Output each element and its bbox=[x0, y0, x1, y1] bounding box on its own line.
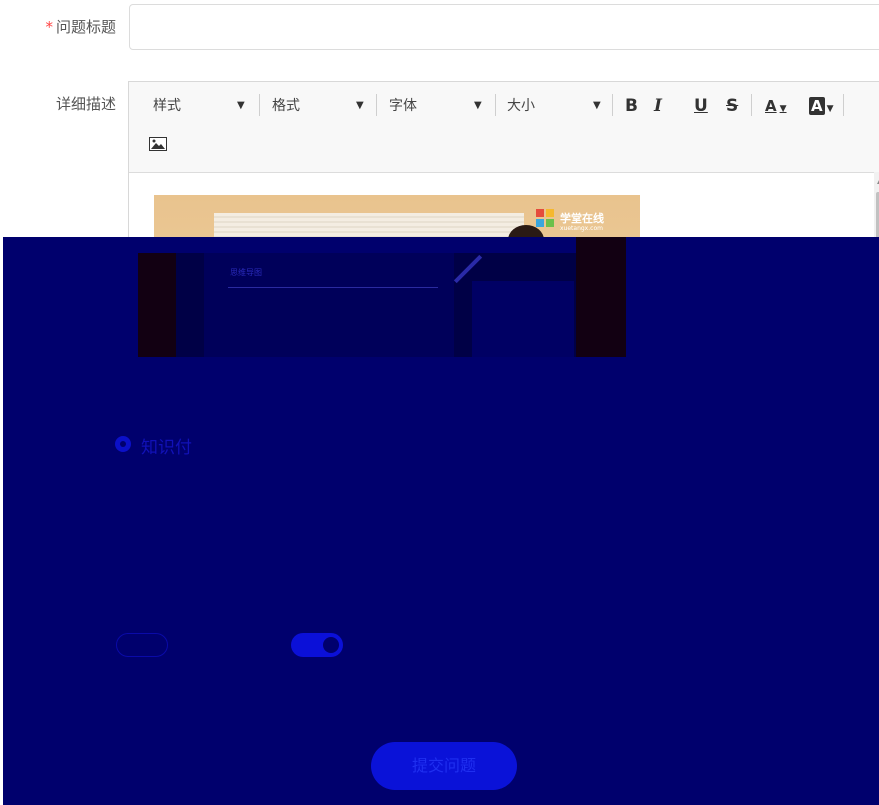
bg-color-label: A bbox=[809, 97, 825, 115]
chevron-down-icon: ▼ bbox=[237, 100, 245, 111]
lecture-slash-mark bbox=[453, 254, 483, 284]
title-field-label: * 问题标题 bbox=[6, 16, 116, 37]
strikethrough-button[interactable]: S bbox=[726, 95, 738, 117]
lecture-screen-title: 思维导图 bbox=[230, 268, 262, 277]
bold-button[interactable]: B bbox=[625, 95, 638, 117]
modal-overlay[interactable]: 思维导图 知识付 提交问题 bbox=[3, 237, 879, 805]
image-icon[interactable] bbox=[149, 137, 167, 151]
image-right-edge bbox=[576, 237, 626, 357]
format-dropdown[interactable]: 格式 ▼ bbox=[272, 96, 372, 116]
text-color-label: A bbox=[765, 97, 777, 115]
presenter-body bbox=[472, 281, 574, 357]
image-top-edge bbox=[138, 237, 626, 253]
toolbar-divider bbox=[376, 94, 377, 116]
brand-name: 学堂在线 bbox=[560, 212, 604, 225]
chevron-down-icon: ▼ bbox=[356, 100, 364, 111]
chevron-down-icon: ▼ bbox=[474, 100, 482, 111]
style-dropdown[interactable]: 样式 ▼ bbox=[153, 96, 253, 116]
toolbar-divider bbox=[612, 94, 613, 116]
toggle-switch-off[interactable] bbox=[116, 633, 168, 657]
title-label-text: 问题标题 bbox=[55, 18, 116, 36]
toolbar-divider bbox=[259, 94, 260, 116]
brand-url: xuetangx.com bbox=[560, 225, 603, 232]
xuetangx-logo bbox=[536, 209, 556, 229]
lecture-screen-line bbox=[228, 287, 438, 288]
toolbar-divider bbox=[495, 94, 496, 116]
question-form-page: * 问题标题 详细描述 样式 ▼ 格式 ▼ 字体 ▼ 大小 ▼ B I U S … bbox=[0, 0, 879, 805]
format-dropdown-label: 格式 bbox=[272, 98, 300, 114]
size-dropdown-label: 大小 bbox=[507, 98, 535, 114]
toggle-switch-on[interactable] bbox=[291, 633, 343, 657]
underline-button[interactable]: U bbox=[694, 95, 708, 117]
toolbar-divider bbox=[751, 94, 752, 116]
chevron-down-icon: ▼ bbox=[593, 100, 601, 111]
text-color-button[interactable]: A ▼ bbox=[765, 95, 787, 117]
italic-button[interactable]: I bbox=[654, 95, 662, 117]
background-color-button[interactable]: A ▼ bbox=[809, 95, 834, 117]
radio-selected-icon[interactable] bbox=[115, 436, 131, 452]
question-title-input[interactable] bbox=[129, 4, 879, 50]
description-field-label: 详细描述 bbox=[55, 95, 116, 113]
font-dropdown-label: 字体 bbox=[389, 98, 417, 114]
required-mark: * bbox=[45, 18, 53, 36]
size-dropdown[interactable]: 大小 ▼ bbox=[507, 96, 607, 116]
editor-toolbar: 样式 ▼ 格式 ▼ 字体 ▼ 大小 ▼ B I U S A ▼ A ▼ bbox=[129, 82, 879, 173]
dimmed-lecture-image: 思维导图 bbox=[138, 237, 626, 357]
style-dropdown-label: 样式 bbox=[153, 98, 181, 114]
font-dropdown[interactable]: 字体 ▼ bbox=[389, 96, 489, 116]
chevron-down-icon: ▼ bbox=[779, 104, 787, 114]
submit-question-button[interactable]: 提交问题 bbox=[371, 742, 517, 790]
image-left-edge bbox=[138, 253, 176, 357]
knowledge-pay-label: 知识付 bbox=[141, 438, 192, 458]
chevron-down-icon: ▼ bbox=[826, 104, 834, 114]
toolbar-divider bbox=[843, 94, 844, 116]
